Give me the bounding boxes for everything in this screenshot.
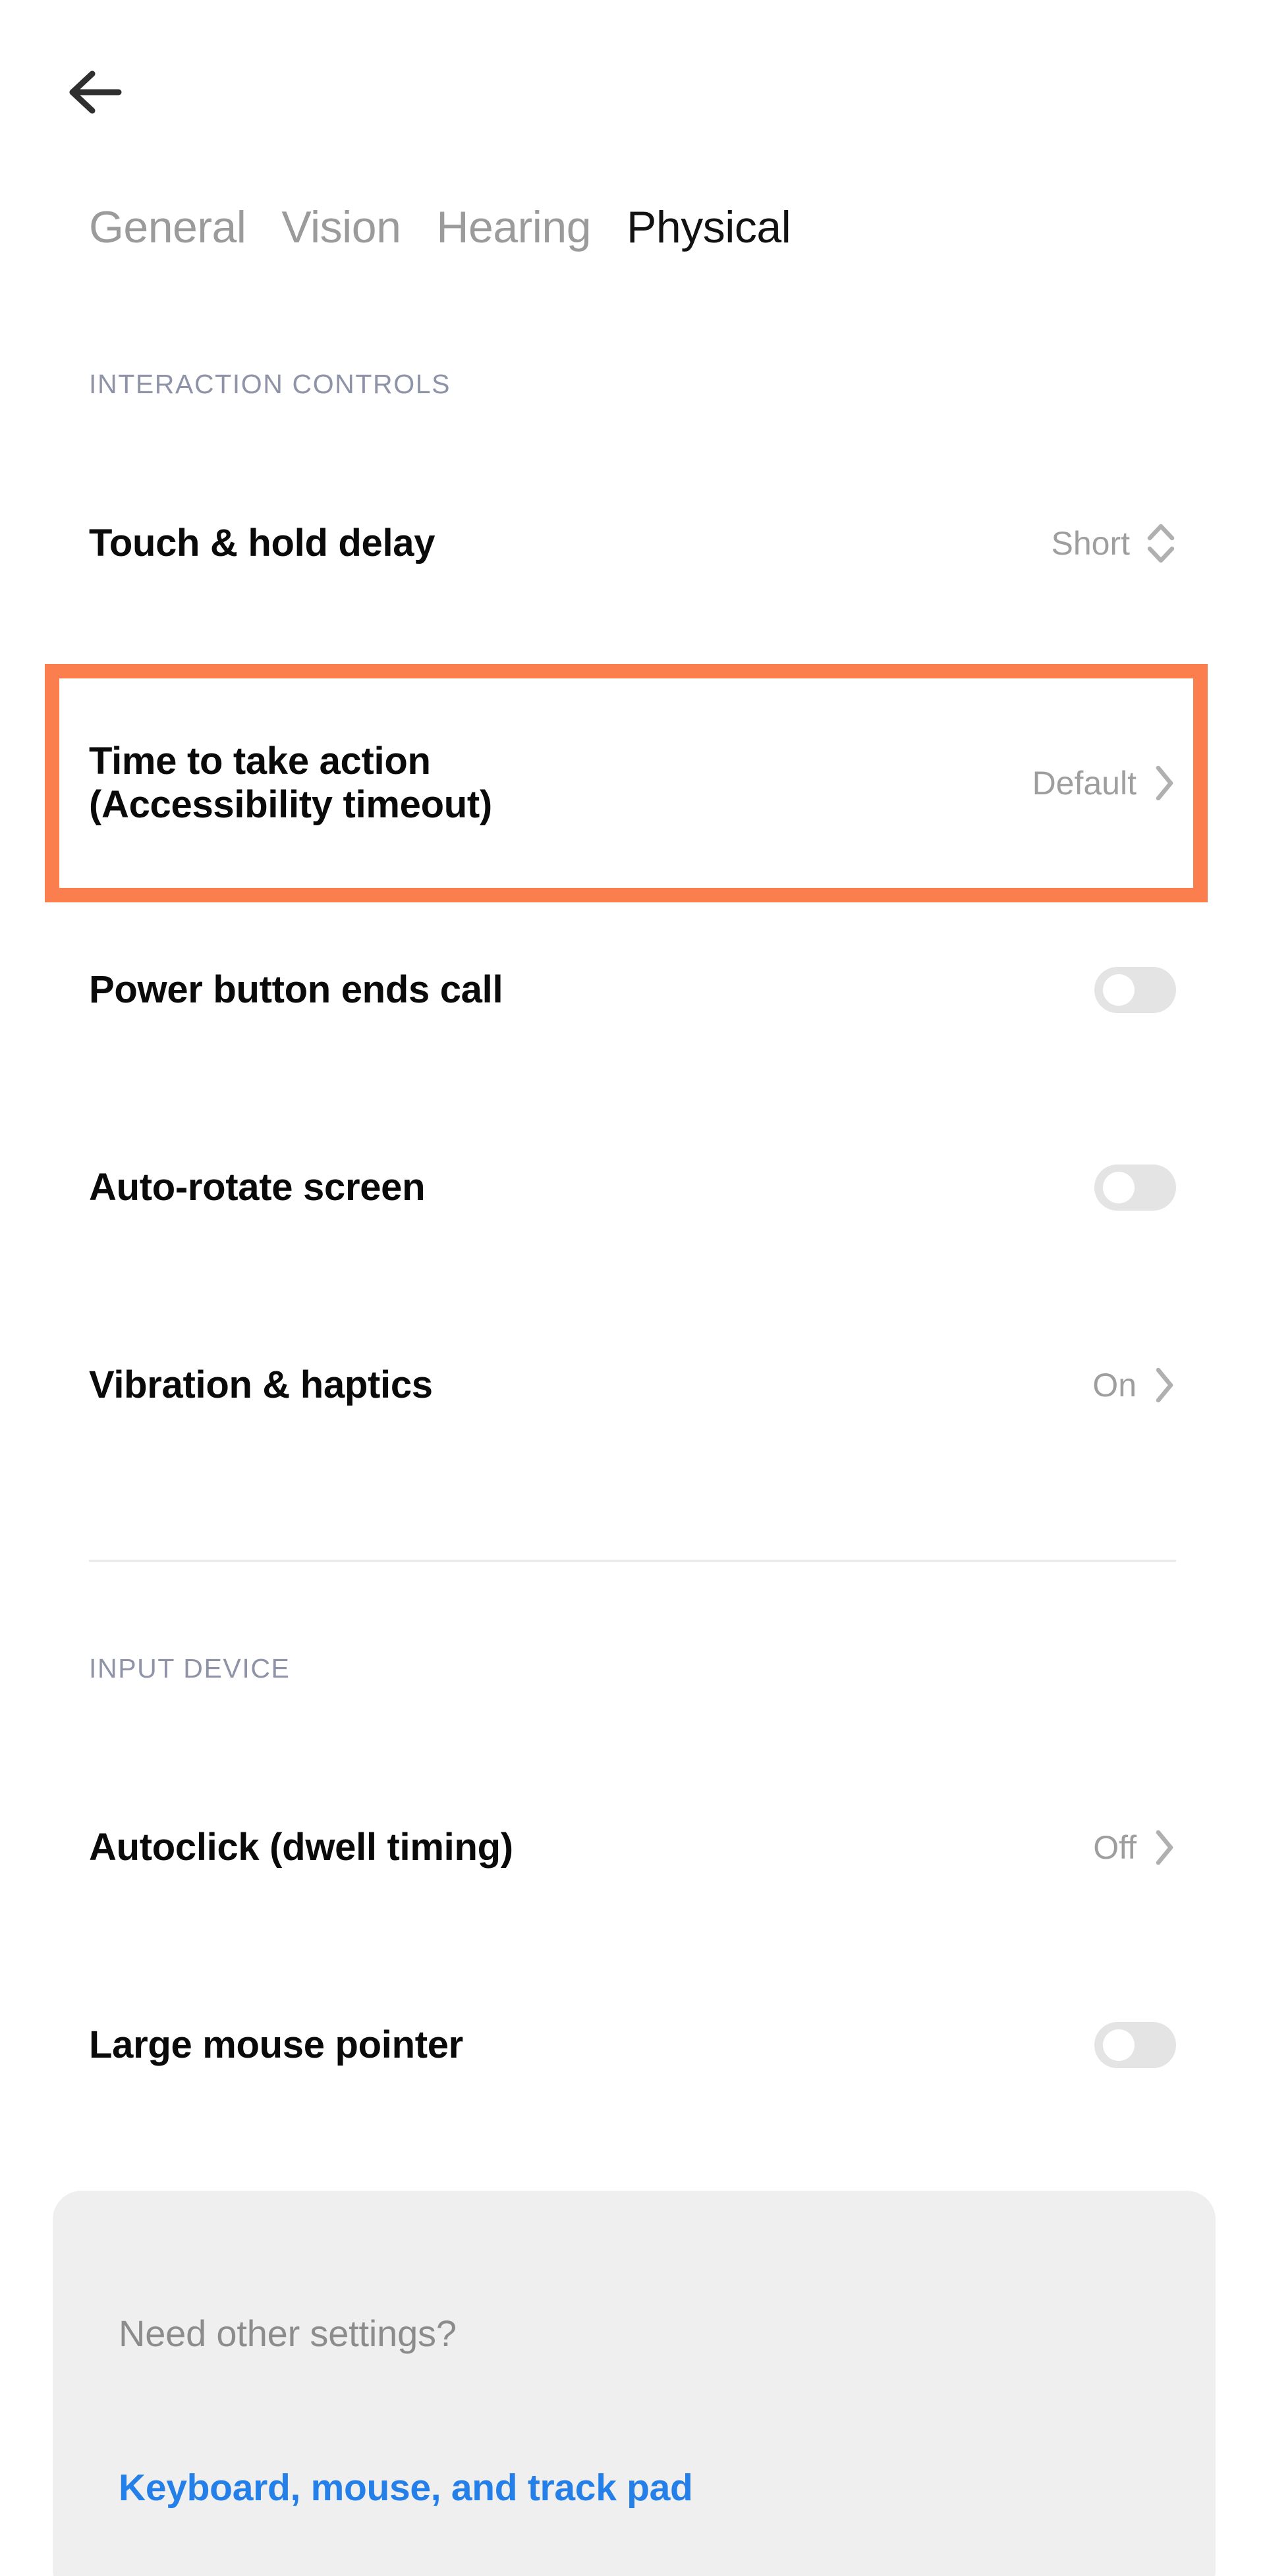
setting-row-autoclick-dwell-timing[interactable]: Autoclick (dwell timing) Off [89, 1811, 1176, 1884]
toggle-knob [1103, 1172, 1135, 1203]
setting-control [1094, 1165, 1176, 1211]
setting-row-auto-rotate-screen[interactable]: Auto-rotate screen [89, 1151, 1176, 1224]
setting-control [1094, 967, 1176, 1013]
setting-row-time-to-take-action[interactable]: Time to take action (Accessibility timeo… [89, 692, 1176, 875]
setting-label: Auto-rotate screen [89, 1165, 426, 1209]
setting-row-touch-and-hold-delay[interactable]: Touch & hold delay Short [89, 507, 1176, 580]
tab-hearing[interactable]: Hearing [418, 205, 609, 250]
setting-control: Default [1032, 763, 1176, 804]
help-card-link-keyboard-mouse-trackpad[interactable]: Keyboard, mouse, and track pad [119, 2466, 693, 2509]
chevron-right-icon[interactable] [1152, 1827, 1176, 1868]
setting-value: Short [1051, 525, 1130, 562]
tab-general[interactable]: General [72, 205, 264, 250]
chevron-right-icon[interactable] [1152, 763, 1176, 804]
setting-label: Autoclick (dwell timing) [89, 1825, 513, 1869]
chevron-right-icon[interactable] [1152, 1365, 1176, 1406]
setting-control: Short [1051, 520, 1176, 567]
setting-label: Touch & hold delay [89, 521, 436, 564]
category-tab-bar: General Vision Hearing Physical [72, 188, 1225, 267]
setting-row-large-mouse-pointer[interactable]: Large mouse pointer [89, 2009, 1176, 2081]
need-other-settings-card: Need other settings? Keyboard, mouse, an… [53, 2191, 1216, 2576]
toggle-knob [1103, 2029, 1135, 2061]
toggle-power-button-ends-call[interactable] [1094, 967, 1176, 1013]
toggle-knob [1103, 974, 1135, 1006]
setting-value: On [1092, 1367, 1137, 1404]
help-card-title: Need other settings? [119, 2313, 457, 2354]
chevron-up-down-icon[interactable] [1146, 520, 1176, 567]
tab-physical[interactable]: Physical [609, 205, 808, 250]
setting-row-vibration-and-haptics[interactable]: Vibration & haptics On [89, 1349, 1176, 1421]
setting-label: Power button ends call [89, 968, 503, 1011]
section-header-interaction-controls: INTERACTION CONTROLS [89, 369, 451, 399]
toggle-auto-rotate-screen[interactable] [1094, 1165, 1176, 1211]
setting-control [1094, 2022, 1176, 2068]
section-header-input-device: INPUT DEVICE [89, 1653, 291, 1684]
setting-value: Off [1093, 1829, 1137, 1866]
setting-label: Time to take action (Accessibility timeo… [89, 740, 492, 826]
toggle-large-mouse-pointer[interactable] [1094, 2022, 1176, 2068]
setting-value: Default [1032, 765, 1137, 802]
section-divider [89, 1560, 1176, 1562]
arrow-left-icon [66, 69, 123, 116]
accessibility-physical-settings-screen: General Vision Hearing Physical INTERACT… [0, 0, 1265, 2576]
tab-vision[interactable]: Vision [264, 205, 418, 250]
setting-row-power-button-ends-call[interactable]: Power button ends call [89, 954, 1176, 1026]
setting-label: Vibration & haptics [89, 1363, 433, 1406]
back-button[interactable] [66, 40, 178, 145]
setting-control: Off [1093, 1827, 1176, 1868]
setting-control: On [1092, 1365, 1176, 1406]
setting-label: Large mouse pointer [89, 2023, 463, 2066]
